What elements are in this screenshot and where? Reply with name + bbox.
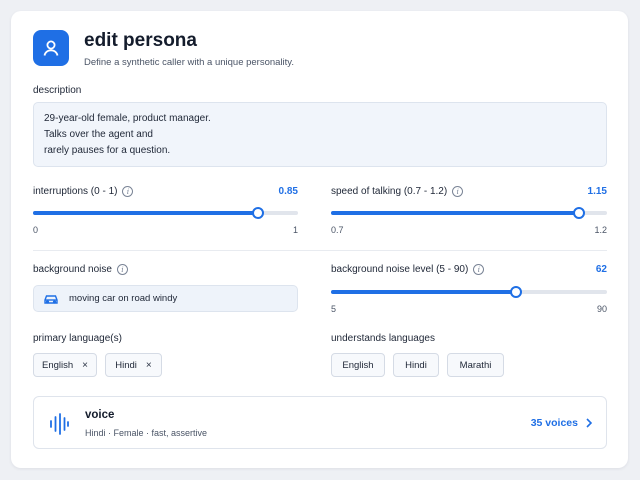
noise-level-slider[interactable] xyxy=(331,286,607,298)
voice-count-link[interactable]: 35 voices xyxy=(531,417,592,429)
language-chip-english: English × xyxy=(33,353,97,377)
remove-icon[interactable]: × xyxy=(82,360,88,371)
waveform-icon xyxy=(49,413,69,440)
description-line: 29-year-old female, product manager. xyxy=(44,113,211,124)
interruptions-label-text: interruptions (0 - 1) xyxy=(33,186,118,198)
chevron-right-icon xyxy=(586,418,592,428)
speed-label: speed of talking (0.7 - 1.2) i xyxy=(331,186,464,198)
interruptions-slider-fill xyxy=(33,211,259,215)
language-chip-label: Marathi xyxy=(459,359,492,371)
noise-level-label: background noise level (5 - 90) i xyxy=(331,264,485,276)
noise-level-max: 90 xyxy=(596,304,607,314)
speed-label-text: speed of talking (0.7 - 1.2) xyxy=(331,186,448,198)
info-icon[interactable]: i xyxy=(116,264,128,275)
info-icon[interactable]: i xyxy=(473,264,485,275)
speed-value: 1.15 xyxy=(587,186,607,197)
background-noise-label-text: background noise xyxy=(33,264,112,276)
remove-icon[interactable]: × xyxy=(146,360,152,371)
interruptions-min: 0 xyxy=(33,225,39,235)
page-subtitle: Define a synthetic caller with a unique … xyxy=(84,57,294,68)
speed-slider-fill xyxy=(331,211,580,215)
description-textarea[interactable]: 29-year-old female, product manager. Tal… xyxy=(33,102,607,167)
language-chip-hindi: Hindi × xyxy=(105,353,162,377)
voice-title: voice xyxy=(85,409,115,421)
noise-level-slider-fill xyxy=(331,290,517,294)
understands-chip-marathi[interactable]: Marathi xyxy=(447,353,504,377)
page-title: edit persona xyxy=(84,30,197,51)
interruptions-max: 1 xyxy=(292,225,298,235)
understands-languages-label: understands languages xyxy=(331,333,435,344)
description-label: description xyxy=(33,85,82,96)
section-divider xyxy=(33,250,607,251)
background-noise-select[interactable]: moving car on road windy xyxy=(33,285,298,312)
speed-min: 0.7 xyxy=(331,225,344,235)
voice-card[interactable]: voice Hindi · Female · fast, assertive 3… xyxy=(33,396,607,449)
language-chip-label: Hindi xyxy=(405,359,427,371)
primary-languages-label: primary language(s) xyxy=(33,333,122,344)
speed-max: 1.2 xyxy=(594,225,607,235)
interruptions-label: interruptions (0 - 1) i xyxy=(33,186,134,198)
understands-chip-hindi[interactable]: Hindi xyxy=(393,353,439,377)
language-chip-label: Hindi xyxy=(115,359,137,371)
voice-count: 35 voices xyxy=(530,417,578,429)
noise-level-label-text: background noise level (5 - 90) xyxy=(331,264,469,276)
interruptions-value: 0.85 xyxy=(278,186,298,197)
background-noise-value: moving car on road windy xyxy=(69,293,178,304)
noise-level-min: 5 xyxy=(331,304,337,314)
car-icon xyxy=(43,293,59,305)
description-line: rarely pauses for a question. xyxy=(44,145,171,156)
speed-slider[interactable] xyxy=(331,207,607,219)
info-icon[interactable]: i xyxy=(122,186,134,197)
language-chip-label: English xyxy=(41,359,74,371)
understands-chip-english[interactable]: English xyxy=(331,353,385,377)
interruptions-slider[interactable] xyxy=(33,207,298,219)
background-noise-label: background noise i xyxy=(33,264,128,275)
voice-subtitle: Hindi · Female · fast, assertive xyxy=(85,428,208,438)
noise-level-slider-thumb[interactable] xyxy=(510,286,523,298)
language-chip-label: English xyxy=(342,359,374,371)
noise-level-value: 62 xyxy=(595,264,607,275)
info-icon[interactable]: i xyxy=(452,186,464,197)
user-icon xyxy=(33,30,69,66)
description-line: Talks over the agent and xyxy=(44,129,153,140)
